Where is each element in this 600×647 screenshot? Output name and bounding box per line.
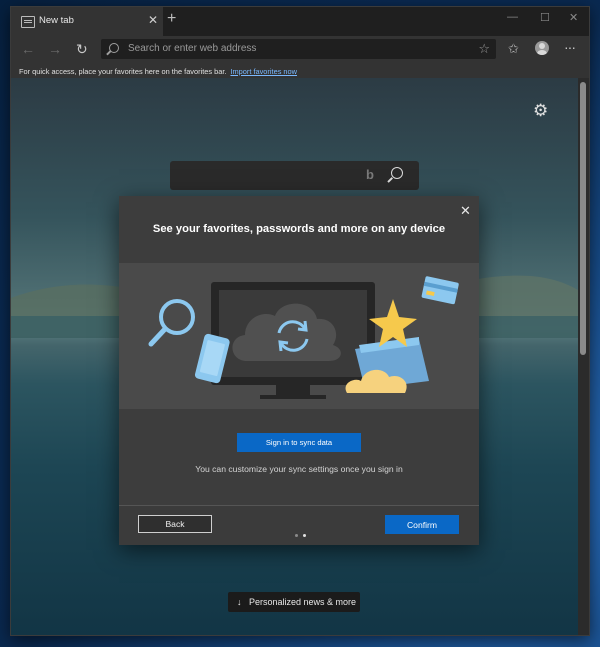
tab-strip: New tab ✕ + — ☐ ✕ bbox=[11, 7, 589, 36]
sign-in-sync-button[interactable]: Sign in to sync data bbox=[237, 433, 361, 452]
close-tab-icon[interactable]: ✕ bbox=[148, 13, 158, 27]
address-bar[interactable]: Search or enter web address ☆ bbox=[101, 39, 496, 59]
scrollbar-thumb[interactable] bbox=[580, 82, 586, 355]
bing-icon: b bbox=[366, 167, 374, 182]
newtab-icon bbox=[21, 16, 35, 28]
dialog-close-icon[interactable]: ✕ bbox=[460, 203, 471, 219]
page-dot bbox=[295, 534, 298, 537]
settings-gear-icon[interactable]: ⚙ bbox=[533, 101, 548, 121]
sync-dialog: ✕ See your favorites, passwords and more… bbox=[119, 196, 479, 545]
new-tab-page: ⚙ b ✕ See your favorites, passwords and … bbox=[11, 78, 578, 635]
down-arrow-icon: ↓ bbox=[237, 597, 242, 607]
magnifier-icon bbox=[148, 299, 195, 347]
tab-title: New tab bbox=[39, 15, 74, 26]
personalized-news-button[interactable]: ↓ Personalized news & more bbox=[228, 592, 360, 612]
browser-window: New tab ✕ + — ☐ ✕ ← → ↻ Search or enter … bbox=[10, 6, 590, 636]
favorites-bar: For quick access, place your favorites h… bbox=[11, 64, 589, 78]
more-options-button[interactable]: ··· bbox=[564, 39, 576, 55]
sync-note: You can customize your sync settings onc… bbox=[195, 464, 403, 474]
search-button-icon[interactable] bbox=[391, 167, 403, 179]
page-dot bbox=[303, 534, 306, 537]
minimize-button[interactable]: — bbox=[507, 11, 518, 23]
profile-avatar[interactable] bbox=[535, 41, 549, 55]
sync-illustration bbox=[119, 263, 479, 409]
news-button-label: Personalized news & more bbox=[249, 597, 357, 607]
new-tab-button[interactable]: + bbox=[167, 10, 176, 28]
page-indicator bbox=[295, 524, 311, 542]
maximize-button[interactable]: ☐ bbox=[540, 11, 550, 24]
dialog-title: See your favorites, passwords and more o… bbox=[152, 223, 446, 235]
forward-button[interactable]: → bbox=[48, 41, 62, 57]
close-window-button[interactable]: ✕ bbox=[569, 11, 578, 24]
favorites-bar-message: For quick access, place your favorites h… bbox=[19, 67, 297, 76]
back-button[interactable]: ← bbox=[21, 41, 35, 57]
dialog-footer: Back Confirm bbox=[119, 505, 479, 545]
import-favorites-link[interactable]: Import favorites now bbox=[230, 67, 297, 76]
confirm-button[interactable]: Confirm bbox=[385, 515, 459, 534]
address-placeholder: Search or enter web address bbox=[128, 43, 257, 54]
add-favorite-icon[interactable]: ☆ bbox=[478, 41, 490, 57]
tab-new-tab[interactable]: New tab ✕ bbox=[11, 7, 163, 36]
address-toolbar: ← → ↻ Search or enter web address ☆ ✩ ··… bbox=[11, 36, 589, 64]
credit-card-icon bbox=[421, 276, 459, 305]
refresh-button[interactable]: ↻ bbox=[76, 41, 88, 58]
favorites-icon[interactable]: ✩ bbox=[508, 41, 519, 57]
scrollbar[interactable] bbox=[578, 78, 589, 635]
back-button-dialog[interactable]: Back bbox=[138, 515, 212, 533]
search-icon bbox=[109, 43, 119, 53]
web-search-box[interactable]: b bbox=[170, 161, 419, 190]
